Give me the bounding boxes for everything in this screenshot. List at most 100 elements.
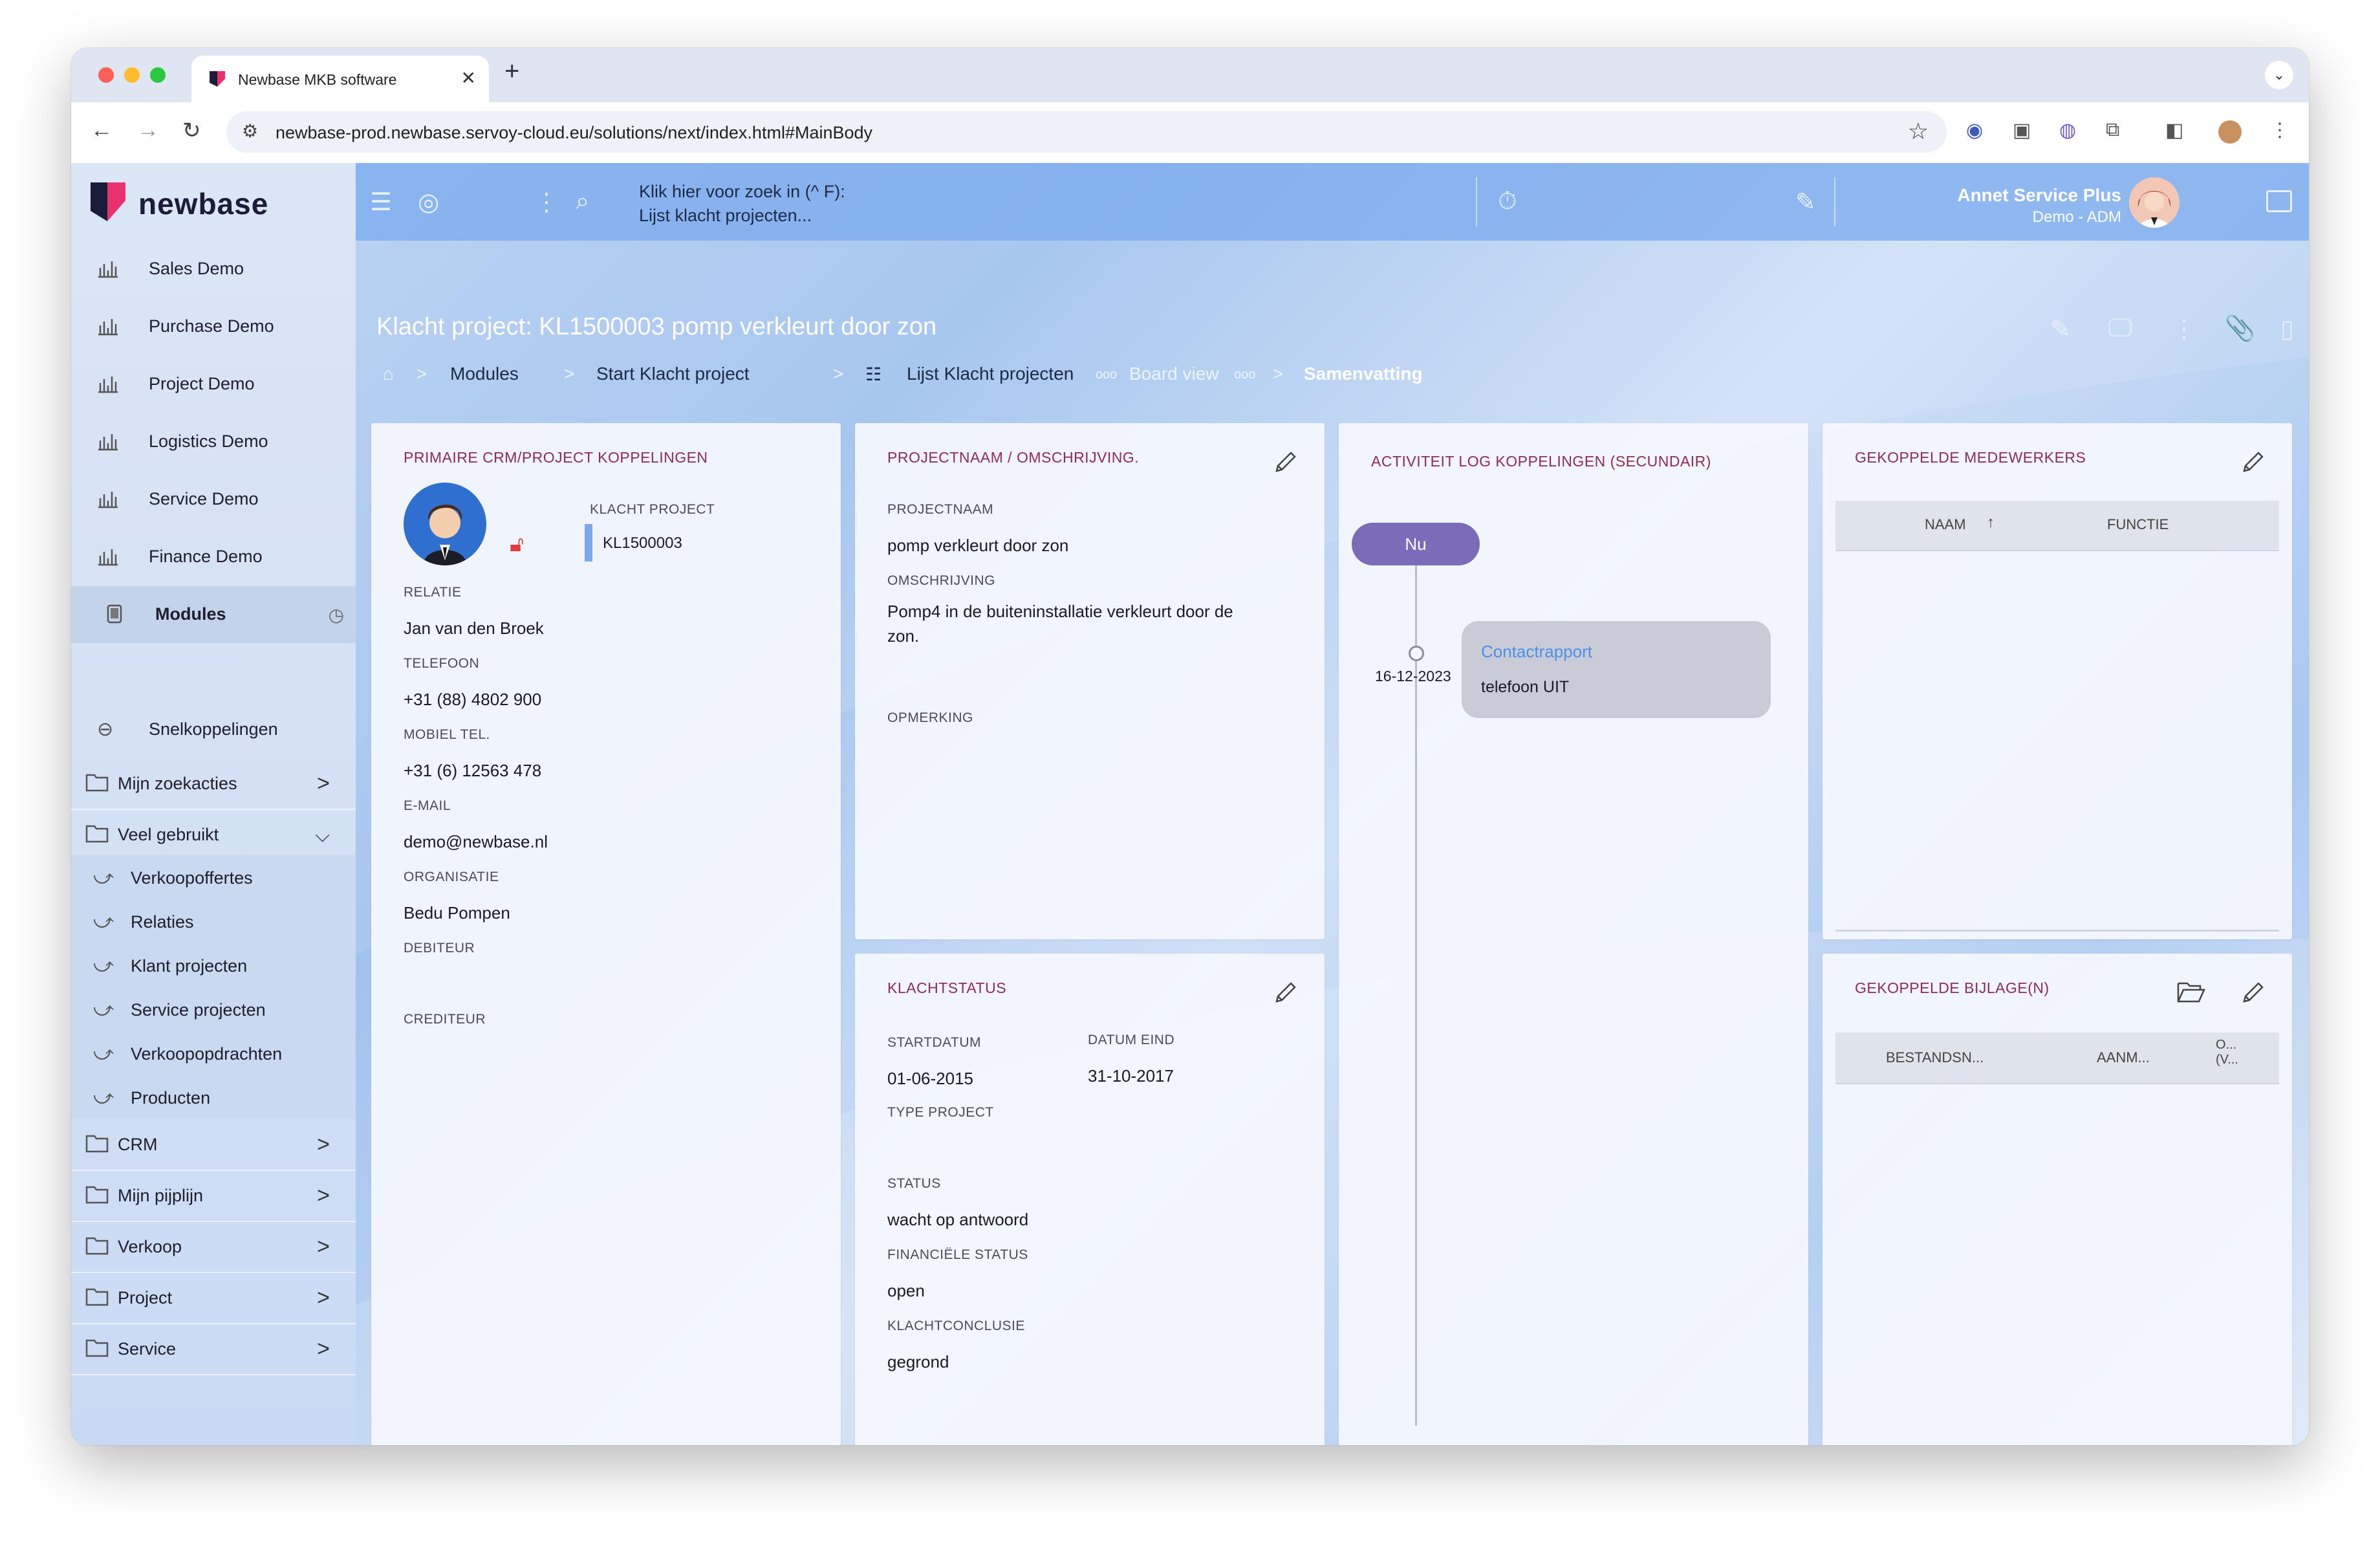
breadcrumb-start[interactable]: Start Klacht project — [596, 364, 750, 384]
breadcrumb-lijst[interactable]: Lijst Klacht projecten — [907, 364, 1074, 384]
column-header-overig[interactable]: O... (V... — [2216, 1038, 2238, 1067]
sidebar-group-verkoop[interactable]: Verkoop > — [71, 1221, 356, 1273]
mobiel-value[interactable]: +31 (6) 12563 478 — [404, 761, 541, 781]
sidebar-group-project[interactable]: Project > — [71, 1273, 356, 1324]
startdatum-value[interactable]: 01-06-2015 — [887, 1069, 973, 1089]
extension-image-icon[interactable]: ▣ — [2013, 119, 2031, 142]
url-bar[interactable]: ⚙ newbase-prod.newbase.servoy-cloud.eu/s… — [226, 111, 1947, 153]
unlock-icon[interactable]: 🔓︎ — [510, 532, 524, 557]
sort-ascending-icon[interactable]: ↑ — [1987, 514, 1995, 532]
menu-lines-icon[interactable]: ☰ — [370, 188, 392, 217]
omschrijving-value[interactable]: Pomp4 in de buiteninstallatie verkleurt … — [887, 599, 1233, 648]
new-tab-icon[interactable]: + — [504, 57, 519, 86]
extensions-puzzle-icon[interactable]: ⧉ — [2106, 119, 2119, 141]
topbar-divider — [1834, 177, 1835, 226]
share-arrow-icon: ⤻ — [93, 911, 114, 932]
sidebar-subitem-service-projecten[interactable]: ⤻ Service projecten — [71, 987, 356, 1031]
paperclip-icon[interactable]: 📎 — [2225, 314, 2255, 343]
sidebar-item-service-demo[interactable]: Service Demo — [71, 471, 356, 528]
sidebar-group-mijn-zoekacties[interactable]: Mijn zoekacties > — [71, 758, 356, 810]
document-icon[interactable]: ▯ — [2280, 314, 2294, 344]
sidebar-group-mijn-pijplijn[interactable]: Mijn pijplijn > — [71, 1170, 356, 1222]
compass-icon[interactable]: ◎ — [418, 188, 439, 217]
edit-pencil-icon[interactable] — [1273, 979, 1299, 1005]
klacht-project-value[interactable]: KL1500003 — [603, 534, 682, 552]
omschrijving-line: zon. — [887, 626, 920, 646]
open-folder-icon[interactable] — [2177, 979, 2205, 1005]
breadcrumb-modules[interactable]: Modules — [450, 364, 519, 384]
timeline-entry-title[interactable]: Contactrapport — [1481, 642, 1592, 662]
url-text[interactable]: newbase-prod.newbase.servoy-cloud.eu/sol… — [276, 123, 872, 143]
email-value[interactable]: demo@newbase.nl — [404, 832, 548, 852]
column-header-naam[interactable]: NAAM — [1925, 516, 1966, 533]
panel-toggle-icon[interactable] — [2266, 190, 2292, 212]
user-avatar[interactable] — [2129, 177, 2180, 228]
stopwatch-icon[interactable]: ⏱ — [1498, 188, 1517, 215]
klachtconclusie-value[interactable]: gegrond — [887, 1352, 949, 1372]
sidebar-item-project-demo[interactable]: Project Demo — [71, 356, 356, 413]
sidebar-item-purchase-demo[interactable]: Purchase Demo — [71, 298, 356, 355]
extension-db-icon[interactable]: ◍ — [2059, 119, 2076, 142]
sidebar-item-modules[interactable]: Modules ◷ — [71, 586, 356, 643]
status-value[interactable]: wacht op antwoord — [887, 1210, 1028, 1230]
sidebar-subitem-producten[interactable]: ⤻ Producten — [71, 1075, 356, 1119]
site-settings-icon[interactable]: ⚙ — [242, 120, 258, 142]
financiele-status-value[interactable]: open — [887, 1281, 925, 1301]
maximize-window-button[interactable] — [150, 67, 166, 83]
timeline-now-badge[interactable]: Nu — [1352, 523, 1480, 565]
side-panel-icon[interactable]: ◧ — [2165, 119, 2183, 142]
timeline-entry-bubble[interactable]: Contactrapport telefoon UIT — [1462, 621, 1771, 718]
reload-icon[interactable]: ↻ — [182, 118, 201, 144]
edit-pencil-icon[interactable] — [2240, 449, 2266, 475]
column-header-aanmaakdatum[interactable]: AANM... — [2097, 1049, 2150, 1066]
close-window-button[interactable] — [98, 67, 114, 83]
telefoon-value[interactable]: +31 (88) 4802 900 — [404, 690, 541, 710]
search-prompt[interactable]: Klik hier voor zoek in (^ F): Lijst klac… — [639, 180, 845, 228]
breadcrumb-separator-icon: > — [416, 364, 427, 384]
sidebar-group-service[interactable]: Service > — [71, 1324, 356, 1375]
home-icon[interactable]: ⌂ — [383, 364, 394, 384]
bookmark-star-icon[interactable]: ☆ — [1908, 118, 1929, 145]
profile-avatar[interactable] — [2218, 120, 2242, 144]
tab-close-icon[interactable]: ✕ — [461, 67, 476, 89]
search-prompt-line1: Klik hier voor zoek in (^ F): — [639, 182, 845, 201]
sidebar-item-logistics-demo[interactable]: Logistics Demo — [71, 413, 356, 470]
timeline-entry-text: telefoon UIT — [1481, 678, 1570, 696]
organisatie-value[interactable]: Bedu Pompen — [404, 903, 510, 923]
note-edit-icon[interactable]: ✎ — [1795, 188, 1816, 217]
more-vertical-icon[interactable]: ⋮ — [2172, 314, 2196, 344]
column-header-bestandsnaam[interactable]: BESTANDSN... — [1886, 1049, 1984, 1066]
sidebar-subitem-verkoopoffertes[interactable]: ⤻ Verkoopoffertes — [71, 855, 356, 899]
monitor-icon[interactable]: 🖵 — [2108, 314, 2132, 342]
relatie-value[interactable]: Jan van den Broek — [404, 618, 544, 639]
password-manager-icon[interactable]: ◉ — [1966, 119, 1983, 142]
browser-tab[interactable]: Newbase MKB software ✕ — [191, 56, 489, 102]
sidebar-item-sales-demo[interactable]: Sales Demo — [71, 241, 356, 298]
sidebar-subitem-verkoopopdrachten[interactable]: ⤻ Verkoopopdrachten — [71, 1031, 356, 1075]
sidebar-item-snelkoppelingen[interactable]: ⊖ Snelkoppelingen — [71, 701, 356, 758]
tab-search-chevron-icon[interactable]: ⌄ — [2265, 61, 2293, 89]
sidebar-group-label: Project — [118, 1288, 173, 1307]
minimize-window-button[interactable] — [124, 67, 140, 83]
search-icon[interactable]: ⌕ — [576, 188, 589, 215]
sidebar-item-finance-demo[interactable]: Finance Demo — [71, 529, 356, 585]
datum-eind-value[interactable]: 31-10-2017 — [1088, 1066, 1174, 1086]
user-name[interactable]: Annet Service Plus — [1957, 185, 2121, 206]
organisatie-label: ORGANISATIE — [404, 869, 499, 884]
forward-arrow-icon[interactable]: → — [137, 118, 159, 143]
sidebar-group-crm[interactable]: CRM > — [71, 1119, 356, 1171]
browser-menu-icon[interactable]: ⋮ — [2270, 119, 2289, 142]
more-vertical-icon[interactable]: ⋮ — [534, 188, 559, 217]
sidebar-group-veel-gebruikt[interactable]: Veel gebruikt ⌵ — [71, 809, 356, 860]
history-clock-icon[interactable]: ◷ — [329, 604, 344, 626]
edit-pencil-icon[interactable] — [1273, 449, 1299, 475]
sidebar-subitem-relaties[interactable]: ⤻ Relaties — [71, 899, 356, 943]
sidebar-group-label: Mijn pijplijn — [118, 1186, 204, 1205]
back-arrow-icon[interactable]: ← — [91, 118, 113, 143]
breadcrumb-board-view[interactable]: Board view — [1129, 364, 1219, 384]
edit-pencil-icon[interactable] — [2240, 979, 2266, 1005]
sidebar-subitem-klant-projecten[interactable]: ⤻ Klant projecten — [71, 943, 356, 987]
edit-pencil-icon[interactable]: ✎ — [2050, 314, 2071, 344]
projectnaam-value[interactable]: pomp verkleurt door zon — [887, 536, 1068, 556]
column-header-functie[interactable]: FUNCTIE — [2107, 516, 2169, 533]
